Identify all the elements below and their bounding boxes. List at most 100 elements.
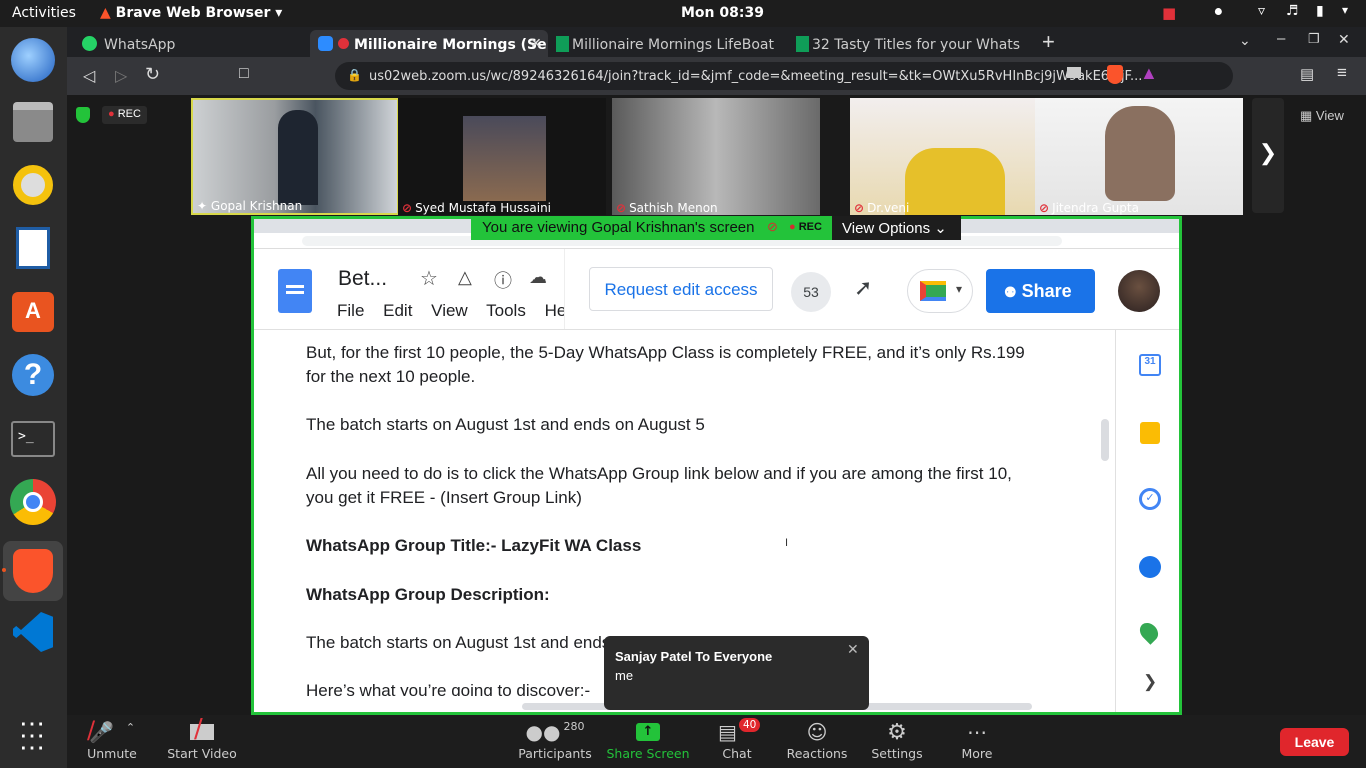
participants-button[interactable]: ●● 280 Participants	[510, 718, 600, 762]
expand-panel-chevron-icon[interactable]: ❯	[1143, 672, 1157, 692]
bookmark-icon[interactable]: □	[239, 65, 249, 83]
tasks-icon[interactable]: ✓	[1139, 488, 1161, 510]
grid-icon: ▦	[1300, 108, 1313, 123]
help-icon[interactable]: ?	[8, 350, 58, 400]
menu-icon[interactable]: ≡	[1337, 63, 1347, 83]
close-window-icon[interactable]: ✕	[1338, 31, 1350, 48]
rhythmbox-icon[interactable]	[8, 160, 58, 210]
share-screen-label: Share Screen	[606, 746, 690, 761]
muted-mic-icon: ⊘	[1039, 201, 1050, 215]
viewer-count-badge[interactable]: 53	[791, 272, 831, 312]
star-icon[interactable]: ☆	[420, 266, 438, 291]
view-options-button[interactable]: View Options ⌄	[832, 216, 961, 240]
unmute-button[interactable]: 🎤 ∕ ⌃ Unmute	[67, 716, 157, 761]
avatar[interactable]	[1118, 270, 1160, 312]
menu-file[interactable]: File	[337, 301, 364, 320]
terminal-icon[interactable]: >_	[8, 414, 58, 464]
google-meet-icon	[920, 281, 946, 301]
brave-browser-icon[interactable]	[3, 541, 63, 601]
info-icon[interactable]: ⓘ	[494, 267, 512, 293]
back-icon[interactable]: ◁	[83, 66, 95, 86]
meet-button[interactable]: ▾	[907, 269, 973, 313]
google-docs-icon[interactable]	[278, 269, 312, 313]
app-grid-icon[interactable]: ⋯ ⋯ ⋯	[8, 710, 58, 760]
system-menu-icon[interactable]: ▾	[1342, 3, 1348, 17]
files-icon[interactable]	[8, 97, 58, 147]
chrome-icon[interactable]	[8, 477, 58, 527]
forward-icon[interactable]: ▷	[115, 66, 127, 86]
doc-scrollbar[interactable]	[1101, 419, 1109, 461]
camera-indicator-icon[interactable]: ■	[1162, 4, 1176, 22]
activities-button[interactable]: Activities	[12, 5, 76, 21]
wifi-icon[interactable]: ▿	[1258, 3, 1265, 19]
move-icon[interactable]: △	[458, 267, 472, 288]
menu-tools[interactable]: Tools	[486, 301, 526, 320]
volume-icon[interactable]: ♬	[1286, 3, 1299, 19]
minimize-icon[interactable]: –	[1277, 30, 1285, 47]
chat-button[interactable]: ▤ 40 ⌃ Chat	[692, 718, 782, 761]
thunderbird-icon[interactable]	[8, 35, 58, 85]
address-bar[interactable]: 🔒 us02web.zoom.us/wc/89246326164/join?tr…	[335, 62, 1233, 90]
new-tab-icon[interactable]: +	[1042, 29, 1055, 55]
close-tab-icon[interactable]: ✕	[530, 36, 542, 52]
keep-icon[interactable]	[1140, 422, 1160, 444]
doc-title[interactable]: Bet...	[338, 267, 387, 291]
more-button[interactable]: ⋯ More	[932, 718, 1022, 761]
share-button[interactable]: ⚉ Share	[986, 269, 1095, 313]
participants-label: Participants	[518, 746, 592, 761]
start-video-button[interactable]: ∕ Start Video	[157, 716, 247, 761]
battery-icon[interactable]: ▮	[1316, 3, 1324, 19]
video-tile[interactable]: ⊘ Dr.veni	[850, 98, 1058, 215]
recording-indicator[interactable]: ● REC	[102, 106, 147, 124]
video-tile[interactable]: ⊘ Syed Mustafa Hussaini	[398, 98, 606, 215]
camera-in-use-icon[interactable]	[1067, 67, 1081, 78]
request-edit-access-button[interactable]: Request edit access	[589, 267, 773, 311]
video-tile[interactable]: ⊘ Jitendra Gupta	[1035, 98, 1243, 215]
settings-button[interactable]: ⚙ Settings	[852, 718, 942, 762]
close-icon[interactable]: ✕	[847, 641, 859, 658]
microphone-indicator-icon[interactable]: ⚫	[1212, 3, 1225, 21]
doc-paragraph: for the next 10 people.	[306, 367, 476, 386]
cloud-status-icon[interactable]: ☁	[529, 267, 547, 288]
clock[interactable]: Mon 08:39	[681, 5, 764, 21]
video-tile-active-speaker[interactable]: ✦ Gopal Krishnan	[191, 98, 399, 215]
tab-zoom-meeting[interactable]: Millionaire Mornings (Se ✕	[310, 30, 548, 57]
tab-whatsapp[interactable]: WhatsApp	[70, 30, 308, 57]
menu-view[interactable]: View	[431, 301, 468, 320]
tab-tasty-titles[interactable]: 32 Tasty Titles for your Whats	[790, 30, 1028, 57]
participants-count: 280	[563, 719, 585, 733]
software-center-icon[interactable]: A	[8, 287, 58, 337]
rec-label: REC	[117, 108, 141, 120]
maximize-icon[interactable]: ❐	[1308, 31, 1320, 47]
video-tile[interactable]: ⊘ Sathish Menon	[612, 98, 820, 215]
maps-icon[interactable]	[1136, 619, 1162, 645]
doc-heading: WhatsApp Group Description:	[306, 585, 550, 604]
tab-label: Millionaire Mornings LifeBoat	[572, 37, 774, 53]
tab-lifeboat-sheet[interactable]: Millionaire Mornings LifeBoat	[550, 30, 788, 57]
encryption-shield-icon[interactable]	[76, 107, 90, 123]
share-screen-button[interactable]: ↑ Share Screen	[603, 718, 693, 761]
tab-search-icon[interactable]: ⌄	[1239, 32, 1251, 49]
participant-video	[905, 148, 1005, 215]
libreoffice-writer-icon[interactable]	[8, 223, 58, 273]
view-button[interactable]: ▦ View	[1300, 108, 1344, 124]
brave-rewards-icon[interactable]: ▲	[1140, 63, 1158, 84]
vscode-icon[interactable]	[8, 607, 58, 657]
reactions-button[interactable]: ☺ Reactions	[772, 718, 862, 761]
brave-shields-icon[interactable]	[1107, 65, 1123, 84]
audio-options-chevron-icon[interactable]: ⌃	[126, 721, 135, 734]
menu-edit[interactable]: Edit	[383, 301, 412, 320]
reactions-icon: ☺	[806, 720, 828, 744]
app-menu[interactable]: ▲ Brave Web Browser ▾	[100, 5, 282, 21]
view-label: View	[1315, 108, 1344, 123]
next-page-chevron-icon[interactable]: ❯	[1252, 98, 1284, 213]
activity-trend-icon[interactable]: ➚	[854, 275, 872, 301]
contacts-icon[interactable]	[1139, 556, 1161, 578]
leave-button[interactable]: Leave	[1280, 728, 1349, 756]
chat-icon: ▤	[717, 720, 737, 744]
wallet-icon[interactable]: ▤	[1300, 65, 1314, 83]
reload-icon[interactable]: ↻	[145, 64, 160, 85]
chat-notification[interactable]: Sanjay Patel To Everyone me ✕	[604, 636, 869, 710]
calendar-icon[interactable]: 31	[1139, 354, 1161, 376]
speaker-figure	[278, 110, 318, 205]
